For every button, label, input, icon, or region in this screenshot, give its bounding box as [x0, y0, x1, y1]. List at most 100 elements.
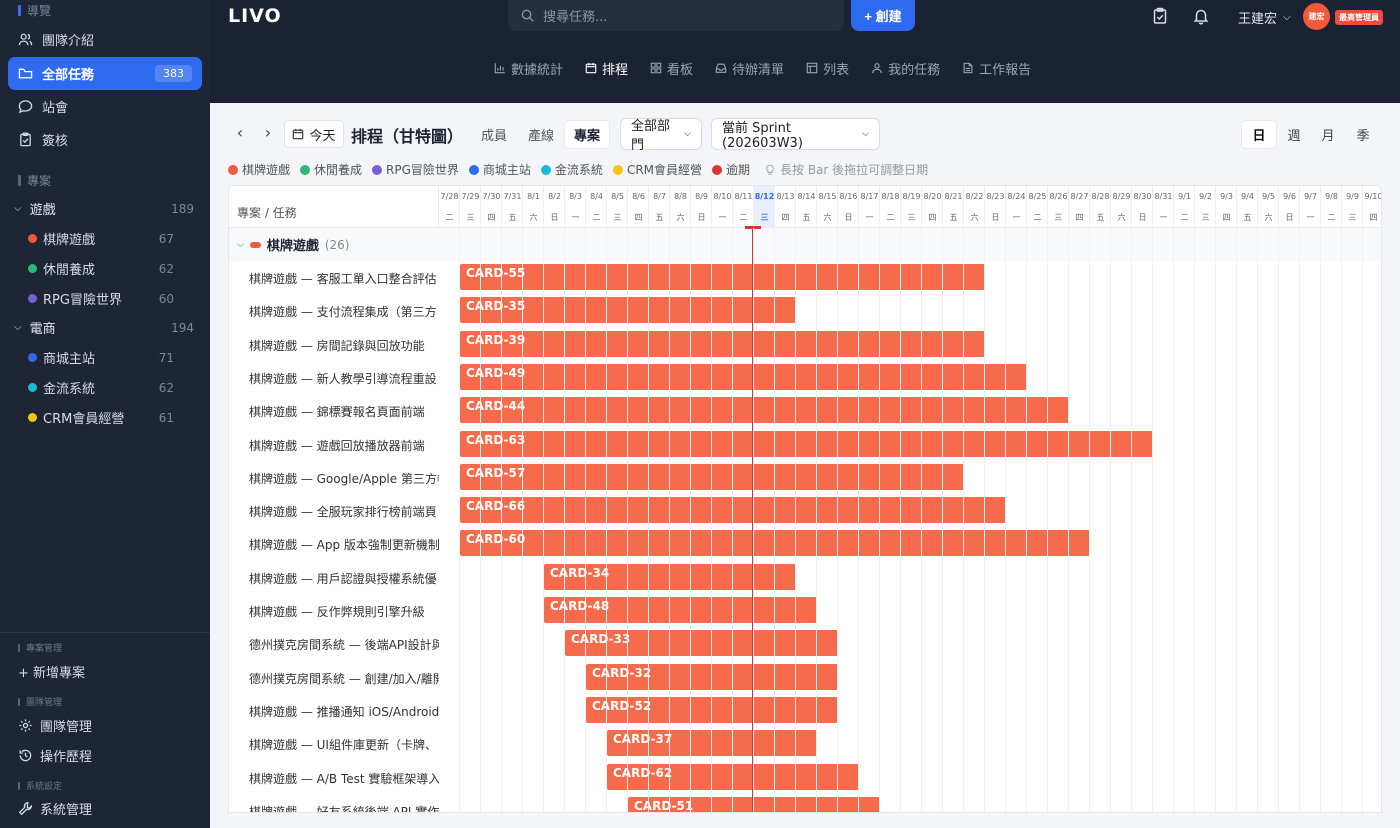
segment-members[interactable]: 成員 — [472, 121, 516, 148]
folder-icon — [18, 68, 33, 79]
tab-list[interactable]: 列表 — [795, 57, 860, 79]
sidebar-project-casual[interactable]: 休閒養成 62 — [28, 259, 174, 278]
date-label: 9/6 — [1283, 192, 1296, 201]
clipboard-icon[interactable] — [1151, 7, 1169, 25]
date-column-header: 8/29 六 — [1111, 186, 1132, 228]
weekday-label: 三 — [1348, 213, 1357, 222]
task-row-label[interactable]: 棋牌遊戲 — 遊戲回放播放器前端 — [249, 437, 439, 454]
tab-work-report[interactable]: 工作報告 — [951, 57, 1042, 79]
grid-line — [1236, 228, 1237, 812]
search-input[interactable]: 搜尋任務... — [508, 0, 844, 31]
weekday-label: 二 — [886, 213, 895, 222]
date-column-header: 8/22 六 — [964, 186, 985, 228]
task-row-label[interactable]: 棋牌遊戲 — 用戶認證與授權系統優 — [249, 570, 439, 587]
task-count-badge: 383 — [155, 65, 192, 82]
segment-project[interactable]: 專案 — [565, 121, 610, 148]
sidebar-project-payment[interactable]: 金流系統 62 — [28, 378, 174, 397]
segment-product-line[interactable]: 產線 — [519, 121, 563, 148]
date-label: 9/3 — [1220, 192, 1233, 201]
create-button[interactable]: + 創建 — [851, 0, 915, 31]
task-row-label[interactable]: 棋牌遊戲 — A/B Test 實驗框架導入 — [249, 770, 439, 787]
weekday-label: 一 — [865, 213, 874, 222]
task-bar[interactable]: CARD-44 — [460, 397, 1069, 424]
task-row-label[interactable]: 德州撲克房間系統 — 創建/加入/離開 — [249, 670, 439, 687]
task-bar[interactable]: CARD-35 — [460, 297, 796, 324]
task-bar[interactable]: CARD-32 — [586, 663, 838, 690]
task-row-label[interactable]: 棋牌遊戲 — 新人教學引導流程重設 — [249, 370, 439, 387]
user-menu[interactable]: 王建宏 ⌵ — [1238, 8, 1291, 27]
weekday-label: 二 — [739, 213, 748, 222]
date-label: 8/24 — [1007, 192, 1026, 201]
sidebar-item-team-intro[interactable]: 團隊介紹 — [8, 23, 202, 56]
department-select[interactable]: 全部部門 ⌵ — [620, 118, 702, 153]
project-label: 商城主站 — [43, 352, 96, 367]
sidebar-project-crm[interactable]: CRM會員經營 61 — [28, 408, 174, 427]
task-row-label[interactable]: 棋牌遊戲 — 支付流程集成（第三方 — [249, 303, 439, 320]
project-color-dot — [28, 264, 37, 273]
grid-line — [501, 228, 502, 812]
tab-schedule[interactable]: 排程 — [574, 57, 639, 79]
date-label: 7/30 — [482, 192, 501, 201]
sprint-select[interactable]: 當前 Sprint (202603W3) ⌵ — [711, 118, 880, 151]
date-column-header: 7/31 五 — [502, 186, 523, 228]
task-bar[interactable]: CARD-37 — [607, 730, 817, 757]
sidebar-item-approval[interactable]: 簽核 — [8, 123, 202, 156]
task-bar[interactable]: CARD-39 — [460, 330, 985, 357]
weekday-label: 二 — [445, 213, 454, 222]
weekday-label: 六 — [970, 213, 979, 222]
task-bar[interactable]: CARD-57 — [460, 463, 964, 490]
weekday-label: 四 — [634, 213, 643, 222]
tab-todo[interactable]: 待辦清單 — [704, 57, 795, 79]
task-row-label[interactable]: 棋牌遊戲 — 錦標賽報名頁面前端 — [249, 403, 439, 420]
task-bar[interactable]: CARD-55 — [460, 264, 985, 290]
task-row-label[interactable]: 棋牌遊戲 — 全服玩家排行榜前端頁 — [249, 503, 439, 520]
gantt-group-header[interactable]: ⌵ 棋牌遊戲 (26) — [229, 228, 1381, 261]
weekday-label: 五 — [949, 213, 958, 222]
date-label: 9/9 — [1346, 192, 1359, 201]
task-bar[interactable]: CARD-34 — [544, 563, 796, 590]
task-row-label[interactable]: 棋牌遊戲 — 房間記錄與回放功能 — [249, 337, 439, 354]
project-label: CRM會員經營 — [43, 412, 125, 427]
sidebar-group-ecommerce[interactable]: ⌵ 電商 194 — [14, 318, 194, 338]
sidebar-project-rpg[interactable]: RPG冒險世界 60 — [28, 289, 174, 308]
date-label: 8/31 — [1154, 192, 1173, 201]
task-bar[interactable]: CARD-62 — [607, 763, 859, 790]
task-row-label[interactable]: 德州撲克房間系統 — 後端API設計與 — [249, 636, 439, 653]
sidebar-item-all-tasks[interactable]: 全部任務 383 — [8, 57, 202, 90]
sidebar-project-mall[interactable]: 商城主站 71 — [28, 348, 174, 367]
date-column-header: 8/3 一 — [565, 186, 586, 228]
tab-my-tasks[interactable]: 我的任務 — [860, 57, 951, 79]
scale-month[interactable]: 月 — [1311, 121, 1345, 148]
team-mgmt-link[interactable]: 團隊管理 — [18, 716, 92, 735]
task-row-label[interactable]: 棋牌遊戲 — App 版本強制更新機制 — [249, 536, 439, 553]
project-color-dot — [28, 353, 37, 362]
sidebar-group-games[interactable]: ⌵ 遊戲 189 — [14, 199, 194, 219]
bell-icon[interactable] — [1192, 7, 1210, 25]
scale-week[interactable]: 週 — [1277, 121, 1311, 148]
scale-quarter[interactable]: 季 — [1346, 121, 1380, 148]
scale-day[interactable]: 日 — [1242, 121, 1276, 148]
weekday-label: 三 — [1201, 213, 1210, 222]
prev-arrow-icon[interactable]: ‹ — [232, 125, 248, 141]
task-row-label[interactable]: 棋牌遊戲 — 反作弊規則引擎升級 — [249, 603, 439, 620]
next-arrow-icon[interactable]: › — [260, 125, 276, 141]
sidebar-project-poker[interactable]: 棋牌遊戲 67 — [28, 229, 174, 248]
task-row-label[interactable]: 棋牌遊戲 — 客服工單入口整合評估 — [249, 270, 439, 287]
history-link[interactable]: 操作歷程 — [18, 746, 92, 765]
sidebar-item-standup[interactable]: 站會 — [8, 90, 202, 123]
today-button[interactable]: 今天 — [284, 120, 344, 148]
tab-statistics[interactable]: 數據統計 — [483, 57, 574, 79]
task-row-label[interactable]: 棋牌遊戲 — 好友系統後端 API 實作 — [249, 803, 439, 812]
task-row-label[interactable]: 棋牌遊戲 — UI組件庫更新（卡牌、 — [249, 736, 439, 753]
task-row-label[interactable]: 棋牌遊戲 — 推播通知 iOS/Android — [249, 703, 439, 720]
tab-kanban[interactable]: 看板 — [639, 57, 704, 79]
task-bar[interactable]: CARD-51 — [628, 796, 880, 812]
gantt-left-header: 專案 / 任務 — [229, 186, 439, 228]
system-mgmt-link[interactable]: 系統管理 — [18, 799, 92, 818]
add-project-link[interactable]: + 新增專案 — [18, 662, 85, 681]
task-row-label[interactable]: 棋牌遊戲 — Google/Apple 第三方帳 — [249, 470, 439, 487]
task-bar[interactable]: CARD-60 — [460, 530, 1090, 557]
avatar[interactable]: 建宏 — [1303, 3, 1330, 30]
task-bar[interactable]: CARD-52 — [586, 696, 838, 723]
task-bar[interactable]: CARD-66 — [460, 497, 1006, 524]
